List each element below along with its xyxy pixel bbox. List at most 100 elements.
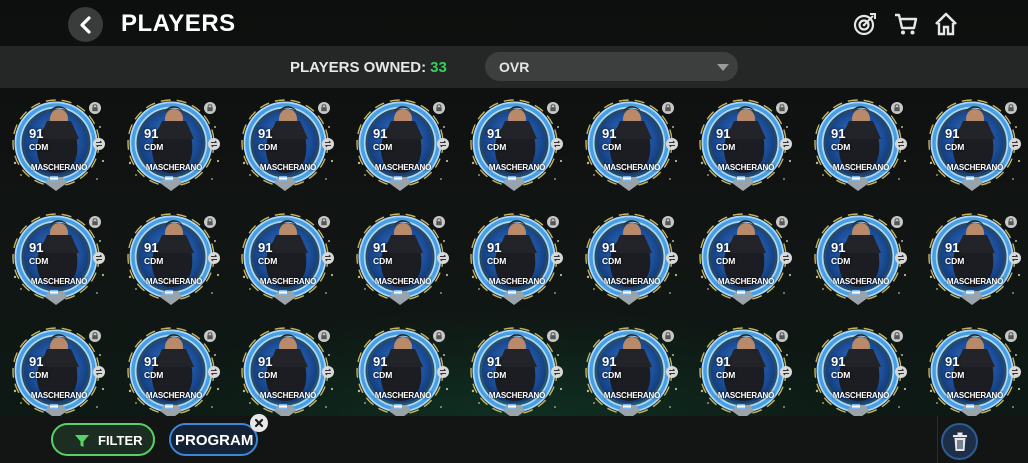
player-card[interactable]: 91 CDM MASCHERANO xyxy=(124,319,224,416)
nation-flag xyxy=(50,176,58,181)
untradeable-icon xyxy=(322,366,334,378)
player-name: MASCHERANO xyxy=(374,163,432,172)
nation-flag xyxy=(966,404,974,409)
player-card[interactable]: 91 CDM MASCHERANO xyxy=(811,319,911,416)
player-card[interactable]: 91 CDM MASCHERANO xyxy=(353,319,453,416)
player-name: MASCHERANO xyxy=(488,277,546,286)
filter-button[interactable]: FILTER xyxy=(51,423,155,456)
player-card[interactable]: 91 CDM MASCHERANO xyxy=(238,91,338,199)
player-name: MASCHERANO xyxy=(946,391,1004,400)
nation-flag xyxy=(852,290,860,295)
back-button[interactable] xyxy=(68,7,103,42)
lock-icon xyxy=(204,216,216,228)
player-card[interactable]: 91 CDM MASCHERANO xyxy=(582,319,682,416)
untradeable-icon xyxy=(895,138,907,150)
player-card[interactable]: 91 CDM MASCHERANO xyxy=(124,205,224,313)
player-name: MASCHERANO xyxy=(259,391,317,400)
sort-dropdown[interactable]: OVR xyxy=(485,52,738,81)
player-card[interactable]: 91 CDM MASCHERANO xyxy=(9,319,109,416)
untradeable-icon xyxy=(666,252,678,264)
player-card[interactable]: 91 CDM MASCHERANO xyxy=(925,319,1025,416)
lock-icon xyxy=(776,102,788,114)
delete-button[interactable] xyxy=(941,423,978,460)
player-position: CDM xyxy=(716,142,736,152)
player-position: CDM xyxy=(258,142,278,152)
untradeable-icon xyxy=(551,138,563,150)
player-position: CDM xyxy=(487,142,507,152)
player-name: MASCHERANO xyxy=(717,391,775,400)
player-card[interactable]: 91 CDM MASCHERANO xyxy=(353,91,453,199)
player-name: MASCHERANO xyxy=(259,163,317,172)
player-position: CDM xyxy=(602,370,622,380)
home-icon[interactable] xyxy=(933,11,959,37)
nation-flag xyxy=(394,290,402,295)
player-card[interactable]: 91 CDM MASCHERANO xyxy=(582,205,682,313)
lock-icon xyxy=(1005,216,1017,228)
player-card[interactable]: 91 CDM MASCHERANO xyxy=(467,91,567,199)
player-card[interactable]: 91 CDM MASCHERANO xyxy=(238,205,338,313)
player-card[interactable]: 91 CDM MASCHERANO xyxy=(696,91,796,199)
nation-flag xyxy=(737,404,745,409)
player-card[interactable]: 91 CDM MASCHERANO xyxy=(696,205,796,313)
filter-label: FILTER xyxy=(98,433,143,448)
lock-icon xyxy=(433,330,445,342)
players-subbar: PLAYERS OWNED: 33 OVR xyxy=(0,46,1028,88)
player-ovr: 91 xyxy=(144,240,159,255)
program-filter-chip[interactable]: PROGRAM xyxy=(169,423,258,456)
player-card[interactable]: 91 CDM MASCHERANO xyxy=(925,205,1025,313)
nation-flag xyxy=(279,290,287,295)
player-card[interactable]: 91 CDM MASCHERANO xyxy=(811,91,911,199)
players-owned: PLAYERS OWNED: 33 xyxy=(290,59,447,76)
player-position: CDM xyxy=(716,370,736,380)
player-position: CDM xyxy=(945,370,965,380)
untradeable-icon xyxy=(93,252,105,264)
objectives-target-icon[interactable] xyxy=(852,11,878,37)
player-ovr: 91 xyxy=(716,126,731,141)
lock-icon xyxy=(318,102,330,114)
player-position: CDM xyxy=(945,256,965,266)
player-name: MASCHERANO xyxy=(946,277,1004,286)
lock-icon xyxy=(662,102,674,114)
player-name: MASCHERANO xyxy=(603,277,661,286)
nation-flag xyxy=(394,176,402,181)
lock-icon xyxy=(89,330,101,342)
nation-flag xyxy=(508,290,516,295)
player-card[interactable]: 91 CDM MASCHERANO xyxy=(467,319,567,416)
lock-icon xyxy=(891,330,903,342)
player-ovr: 91 xyxy=(144,126,159,141)
player-card[interactable]: 91 CDM MASCHERANO xyxy=(353,205,453,313)
player-ovr: 91 xyxy=(831,240,846,255)
lock-icon xyxy=(891,216,903,228)
player-card[interactable]: 91 CDM MASCHERANO xyxy=(467,205,567,313)
player-position: CDM xyxy=(602,256,622,266)
lock-icon xyxy=(204,330,216,342)
nation-flag xyxy=(737,290,745,295)
player-card[interactable]: 91 CDM MASCHERANO xyxy=(238,319,338,416)
player-ovr: 91 xyxy=(716,354,731,369)
player-card[interactable]: 91 CDM MASCHERANO xyxy=(9,205,109,313)
player-ovr: 91 xyxy=(258,240,273,255)
player-ovr: 91 xyxy=(29,240,44,255)
player-name: MASCHERANO xyxy=(488,391,546,400)
nation-flag xyxy=(966,176,974,181)
player-card[interactable]: 91 CDM MASCHERANO xyxy=(925,91,1025,199)
nation-flag xyxy=(279,176,287,181)
remove-chip-button[interactable] xyxy=(250,414,268,432)
player-card[interactable]: 91 CDM MASCHERANO xyxy=(582,91,682,199)
player-card[interactable]: 91 CDM MASCHERANO xyxy=(696,319,796,416)
player-card[interactable]: 91 CDM MASCHERANO xyxy=(124,91,224,199)
player-card[interactable]: 91 CDM MASCHERANO xyxy=(811,205,911,313)
bottom-toolbar: FILTER PROGRAM xyxy=(0,414,1028,463)
player-name: MASCHERANO xyxy=(717,163,775,172)
player-ovr: 91 xyxy=(831,126,846,141)
player-name: MASCHERANO xyxy=(717,277,775,286)
lock-icon xyxy=(776,216,788,228)
player-name: MASCHERANO xyxy=(946,163,1004,172)
players-owned-count: 33 xyxy=(430,59,447,76)
lock-icon xyxy=(433,216,445,228)
player-position: CDM xyxy=(29,370,49,380)
player-card[interactable]: 91 CDM MASCHERANO xyxy=(9,91,109,199)
untradeable-icon xyxy=(437,252,449,264)
untradeable-icon xyxy=(437,366,449,378)
store-cart-icon[interactable] xyxy=(893,11,919,37)
